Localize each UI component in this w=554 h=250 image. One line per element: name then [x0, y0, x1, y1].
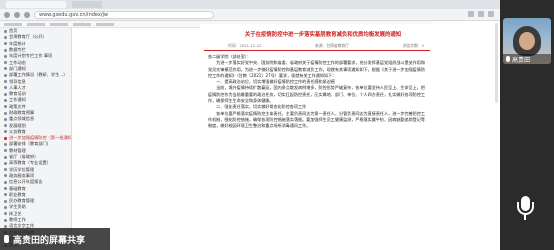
bullet-icon — [4, 105, 7, 109]
menu-icon[interactable] — [488, 11, 494, 17]
bullet-icon — [4, 149, 7, 153]
bullet-icon — [4, 218, 7, 222]
bookmark-item[interactable] — [50, 22, 68, 26]
bullet-icon — [4, 61, 7, 65]
bullet-icon — [4, 80, 7, 84]
bullet-icon — [4, 205, 7, 209]
paragraph: 为进一步落实好党中央、国务院和省委、省政府关于疫情防控工作的部署要求，充分发挥基… — [208, 60, 425, 78]
url-input[interactable]: www.gsedu.gov.cn/index/jw — [34, 10, 214, 19]
sidebar-item-label: 学历学位管理 — [9, 166, 35, 172]
sidebar-item-label: 高等教育（专业设置） — [9, 160, 51, 166]
bullet-icon — [4, 161, 7, 165]
sidebar-item-label: 信息公开年度报告 — [9, 179, 43, 185]
bullet-icon — [4, 136, 7, 140]
bookmark-item[interactable] — [73, 22, 91, 26]
sidebar-item-label: 学生资助 — [9, 204, 26, 210]
sidebar-item-label: 年度统计 — [9, 40, 26, 46]
bullet-icon — [4, 168, 7, 172]
back-icon[interactable] — [4, 11, 10, 18]
document-date: 时间：2021-12-22 — [228, 43, 262, 48]
document-body: 各二级学院（部处室）： 为进一步落实好党中央、国务院和省委、省政府关于疫情防控工… — [208, 54, 428, 130]
bookmark-item[interactable] — [27, 22, 45, 26]
bullet-icon — [4, 180, 7, 184]
bullet-icon — [4, 92, 7, 96]
mic-icon — [506, 56, 510, 62]
site-sidebar: 首页 甘肃教育厅（公开） 年度统计 数据专栏 年度计划专栏工作 事项 工作动态 部门通知 部署… — [0, 28, 72, 250]
sidebar-item-label: 体卫艺 — [9, 210, 22, 216]
bullet-icon — [4, 54, 7, 58]
bullet-icon — [4, 199, 7, 203]
reload-icon[interactable] — [24, 11, 30, 18]
bookmark-star-icon[interactable] — [478, 11, 484, 17]
document-page: 关于在疫情防控中进一步落实基层教育减负和优质均衡发展的通知 时间：2021-12… — [200, 24, 432, 250]
sidebar-item-label: 部署工作情况（教研、学生...） — [9, 72, 68, 78]
bullet-icon — [4, 48, 7, 52]
bullet-icon — [4, 212, 7, 216]
browser-tab-bar — [0, 0, 500, 9]
sidebar-item-label: 政策文件 — [9, 103, 26, 109]
participant-face — [519, 32, 535, 50]
bookmark-item[interactable] — [96, 22, 114, 26]
extension-icon[interactable] — [468, 11, 474, 17]
document-meta: 时间：2021-12-22 来源：甘肃省教育厅 浏览次数：3 — [228, 43, 424, 48]
mic-icon — [4, 235, 9, 243]
sidebar-item-label: 部署安排（教育部门） — [9, 141, 51, 147]
bullet-icon — [4, 187, 7, 191]
bullet-icon — [4, 42, 7, 46]
sidebar-item-label: 教材管理 — [9, 147, 26, 153]
sidebar-item-label: 发展规划 — [9, 122, 26, 128]
sidebar-item-label: 甘肃教育厅（公开） — [9, 34, 47, 40]
browser-address-bar: www.gsedu.gov.cn/index/jw — [0, 9, 500, 21]
bullet-icon — [4, 174, 7, 178]
document-views: 浏览次数：3 — [402, 43, 424, 48]
screen-share-label: 高贵田的屏幕共享 — [13, 235, 86, 246]
participant-name: 高贵田 — [512, 56, 531, 64]
sidebar-item-label: 工作动态 — [9, 59, 26, 65]
bullet-icon — [4, 117, 7, 121]
bullet-icon — [4, 73, 7, 77]
scrollbar[interactable] — [495, 23, 498, 103]
bullet-icon — [4, 142, 7, 146]
browser-tab-active[interactable] — [6, 1, 66, 8]
sidebar-item-label: 职业教育 — [9, 191, 26, 197]
page-right-margin — [432, 21, 500, 250]
microphone-icon[interactable] — [514, 196, 536, 222]
sidebar-item-label: 义务教育 — [9, 128, 26, 134]
sidebar-item-label: 年度计划专栏工作 事项 — [9, 53, 53, 59]
bullet-icon — [4, 155, 7, 159]
bullet-icon — [4, 86, 7, 90]
document-source: 来源：甘肃省教育厅 — [314, 43, 350, 48]
bullet-icon — [4, 98, 7, 102]
screen-share-banner: 高贵田的屏幕共享 — [0, 228, 110, 250]
bullet-icon — [4, 124, 7, 128]
sidebar-item-label: 领导信息 — [9, 78, 26, 84]
title-divider — [204, 50, 430, 51]
bookmark-item[interactable] — [4, 22, 22, 26]
paragraph: 各单位要严格落实疫情防控主体责任，主要负责同志为第一责任人，分管负责同志为直接责… — [208, 110, 425, 129]
bullet-icon — [4, 193, 7, 197]
participant-label: 高贵田 — [503, 54, 551, 64]
sidebar-item[interactable]: 部署工作情况（教研、学生...） — [0, 72, 71, 78]
paragraph: 当前，境外疫情持续扩散蔓延，国内多点散发病例增多，防控形势严峻复杂，各单位要坚持… — [208, 85, 425, 104]
document-title: 关于在疫情防控中进一步落实基层教育减负和优质均衡发展的通知 — [244, 32, 402, 38]
bullet-icon — [4, 29, 7, 33]
forward-icon[interactable] — [14, 11, 20, 18]
sidebar-item-label: 工作通知 — [9, 97, 26, 103]
sidebar-item-label: 基础教育 — [9, 185, 26, 191]
sidebar-item-label: 重点领域信息 — [9, 116, 35, 122]
toolbar-icons — [468, 11, 494, 17]
bullet-icon — [4, 130, 7, 134]
participant-video[interactable]: 高贵田 — [503, 18, 551, 64]
bullet-icon — [4, 111, 7, 115]
bullet-icon — [4, 35, 7, 39]
sidebar-item-label: 人事人才 — [9, 84, 26, 90]
browser-tab[interactable] — [72, 1, 102, 8]
bullet-icon — [4, 67, 7, 71]
screen: www.gsedu.gov.cn/index/jw 首页 甘肃教育厅（公开） 年度统… — [0, 0, 554, 250]
